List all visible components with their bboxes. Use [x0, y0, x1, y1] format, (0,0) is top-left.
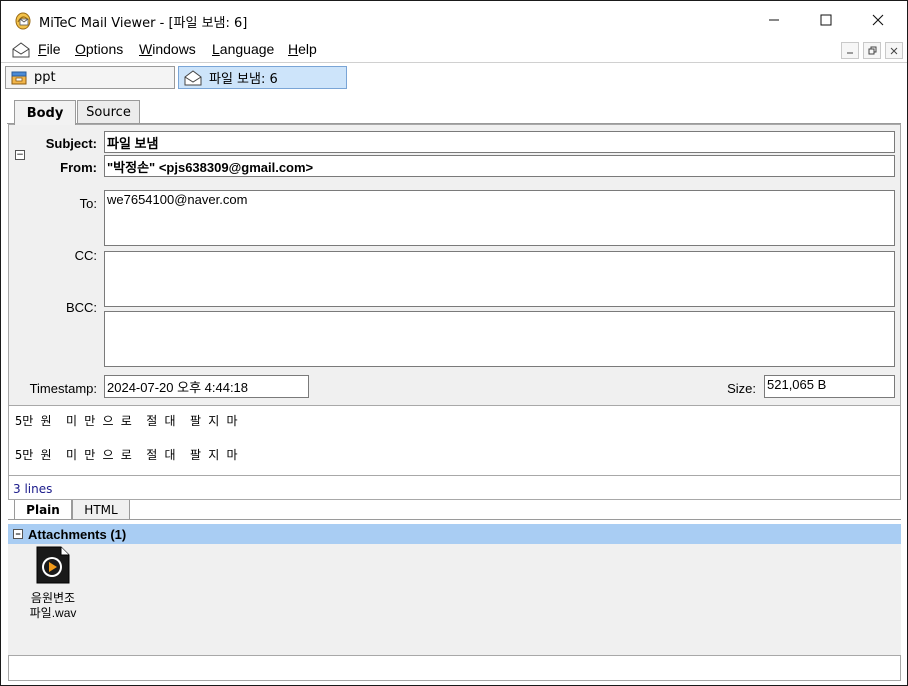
menu-help[interactable]: Help — [288, 41, 317, 57]
status-bar — [8, 655, 901, 681]
maximize-button[interactable] — [800, 1, 852, 39]
app-window: MiTeC Mail Viewer - [파일 보냄: 6] File Opti… — [0, 0, 908, 686]
to-field[interactable]: we7654100@naver.com — [104, 190, 895, 246]
menu-bar: File Options Windows Language Help — [1, 39, 907, 61]
mdi-minimize-button[interactable] — [841, 42, 859, 59]
restore-icon — [868, 46, 876, 55]
subject-field[interactable]: 파일 보냄 — [104, 131, 895, 153]
doc-tab-ppt[interactable]: ppt — [5, 66, 175, 89]
attachment-item[interactable]: 음원변조 파일.wav — [22, 546, 84, 621]
maximize-icon — [820, 14, 832, 26]
tab-body[interactable]: Body — [14, 100, 76, 125]
header-panel: − Subject: 파일 보냄 From: "박정손" <pjs638309@… — [8, 124, 901, 405]
mdi-restore-button[interactable] — [863, 42, 881, 59]
menu-windows[interactable]: Windows — [139, 41, 196, 57]
close-icon — [872, 14, 884, 26]
from-label: From: — [60, 160, 97, 175]
window-title: MiTeC Mail Viewer - [파일 보냄: 6] — [39, 16, 248, 31]
close-button[interactable] — [852, 1, 904, 39]
collapse-toggle[interactable]: − — [13, 529, 23, 539]
tab-plain[interactable]: Plain — [14, 500, 72, 520]
attachments-title: Attachments (1) — [28, 526, 127, 542]
title-bar[interactable]: MiTeC Mail Viewer - [파일 보냄: 6] — [1, 1, 907, 39]
body-line: 5만 원 미 만 으 로 절 대 팔 지 마 — [15, 448, 238, 462]
doc-tab-label: 파일 보냄: 6 — [209, 72, 278, 87]
bcc-label: BCC: — [65, 300, 97, 315]
bcc-field[interactable] — [104, 311, 895, 367]
attachment-name-line1: 음원변조 — [30, 591, 76, 605]
envelope-icon — [12, 42, 30, 58]
minimize-icon — [847, 52, 853, 53]
menu-language[interactable]: Language — [212, 41, 274, 57]
document-tab-bar: ppt 파일 보냄: 6 — [1, 62, 907, 92]
size-label: Size: — [727, 381, 756, 396]
attachments-area: 음원변조 파일.wav — [8, 544, 901, 655]
from-field[interactable]: "박정손" <pjs638309@gmail.com> — [104, 155, 895, 177]
minimize-button[interactable] — [748, 1, 800, 39]
timestamp-label: Timestamp: — [29, 381, 97, 396]
envelope-icon — [184, 69, 202, 85]
attachment-name-line2: 파일.wav — [29, 606, 77, 620]
cc-label: CC: — [74, 248, 97, 263]
timestamp-field[interactable]: 2024-07-20 오후 4:44:18 — [104, 375, 309, 398]
attachments-header[interactable]: − Attachments (1) — [8, 524, 901, 544]
to-label: To: — [79, 196, 97, 211]
mail-viewer-app-icon — [15, 12, 31, 30]
audio-file-icon — [36, 546, 70, 584]
message-body[interactable]: 5만 원 미 만 으 로 절 대 팔 지 마 5만 원 미 만 으 로 절 대 … — [8, 405, 901, 476]
line-count-status: 3 lines — [8, 476, 901, 500]
collapse-toggle[interactable]: − — [15, 150, 25, 160]
close-icon — [890, 47, 898, 54]
archive-icon — [11, 71, 27, 84]
body-line: 5만 원 미 만 으 로 절 대 팔 지 마 — [15, 414, 238, 428]
menu-options[interactable]: Options — [75, 41, 123, 57]
tab-source[interactable]: Source — [77, 100, 140, 124]
subject-label: Subject: — [45, 136, 97, 151]
doc-tab-message[interactable]: 파일 보냄: 6 — [178, 66, 347, 89]
menu-file[interactable]: File — [38, 41, 61, 57]
size-field[interactable]: 521,065 B — [764, 375, 895, 398]
doc-tab-label: ppt — [34, 70, 56, 85]
format-tabs: Plain HTML — [8, 500, 901, 520]
mdi-close-button[interactable] — [885, 42, 903, 59]
view-tabs: Body Source — [1, 92, 907, 125]
cc-field[interactable] — [104, 251, 895, 307]
minimize-icon — [769, 19, 779, 21]
tab-html[interactable]: HTML — [72, 500, 130, 520]
